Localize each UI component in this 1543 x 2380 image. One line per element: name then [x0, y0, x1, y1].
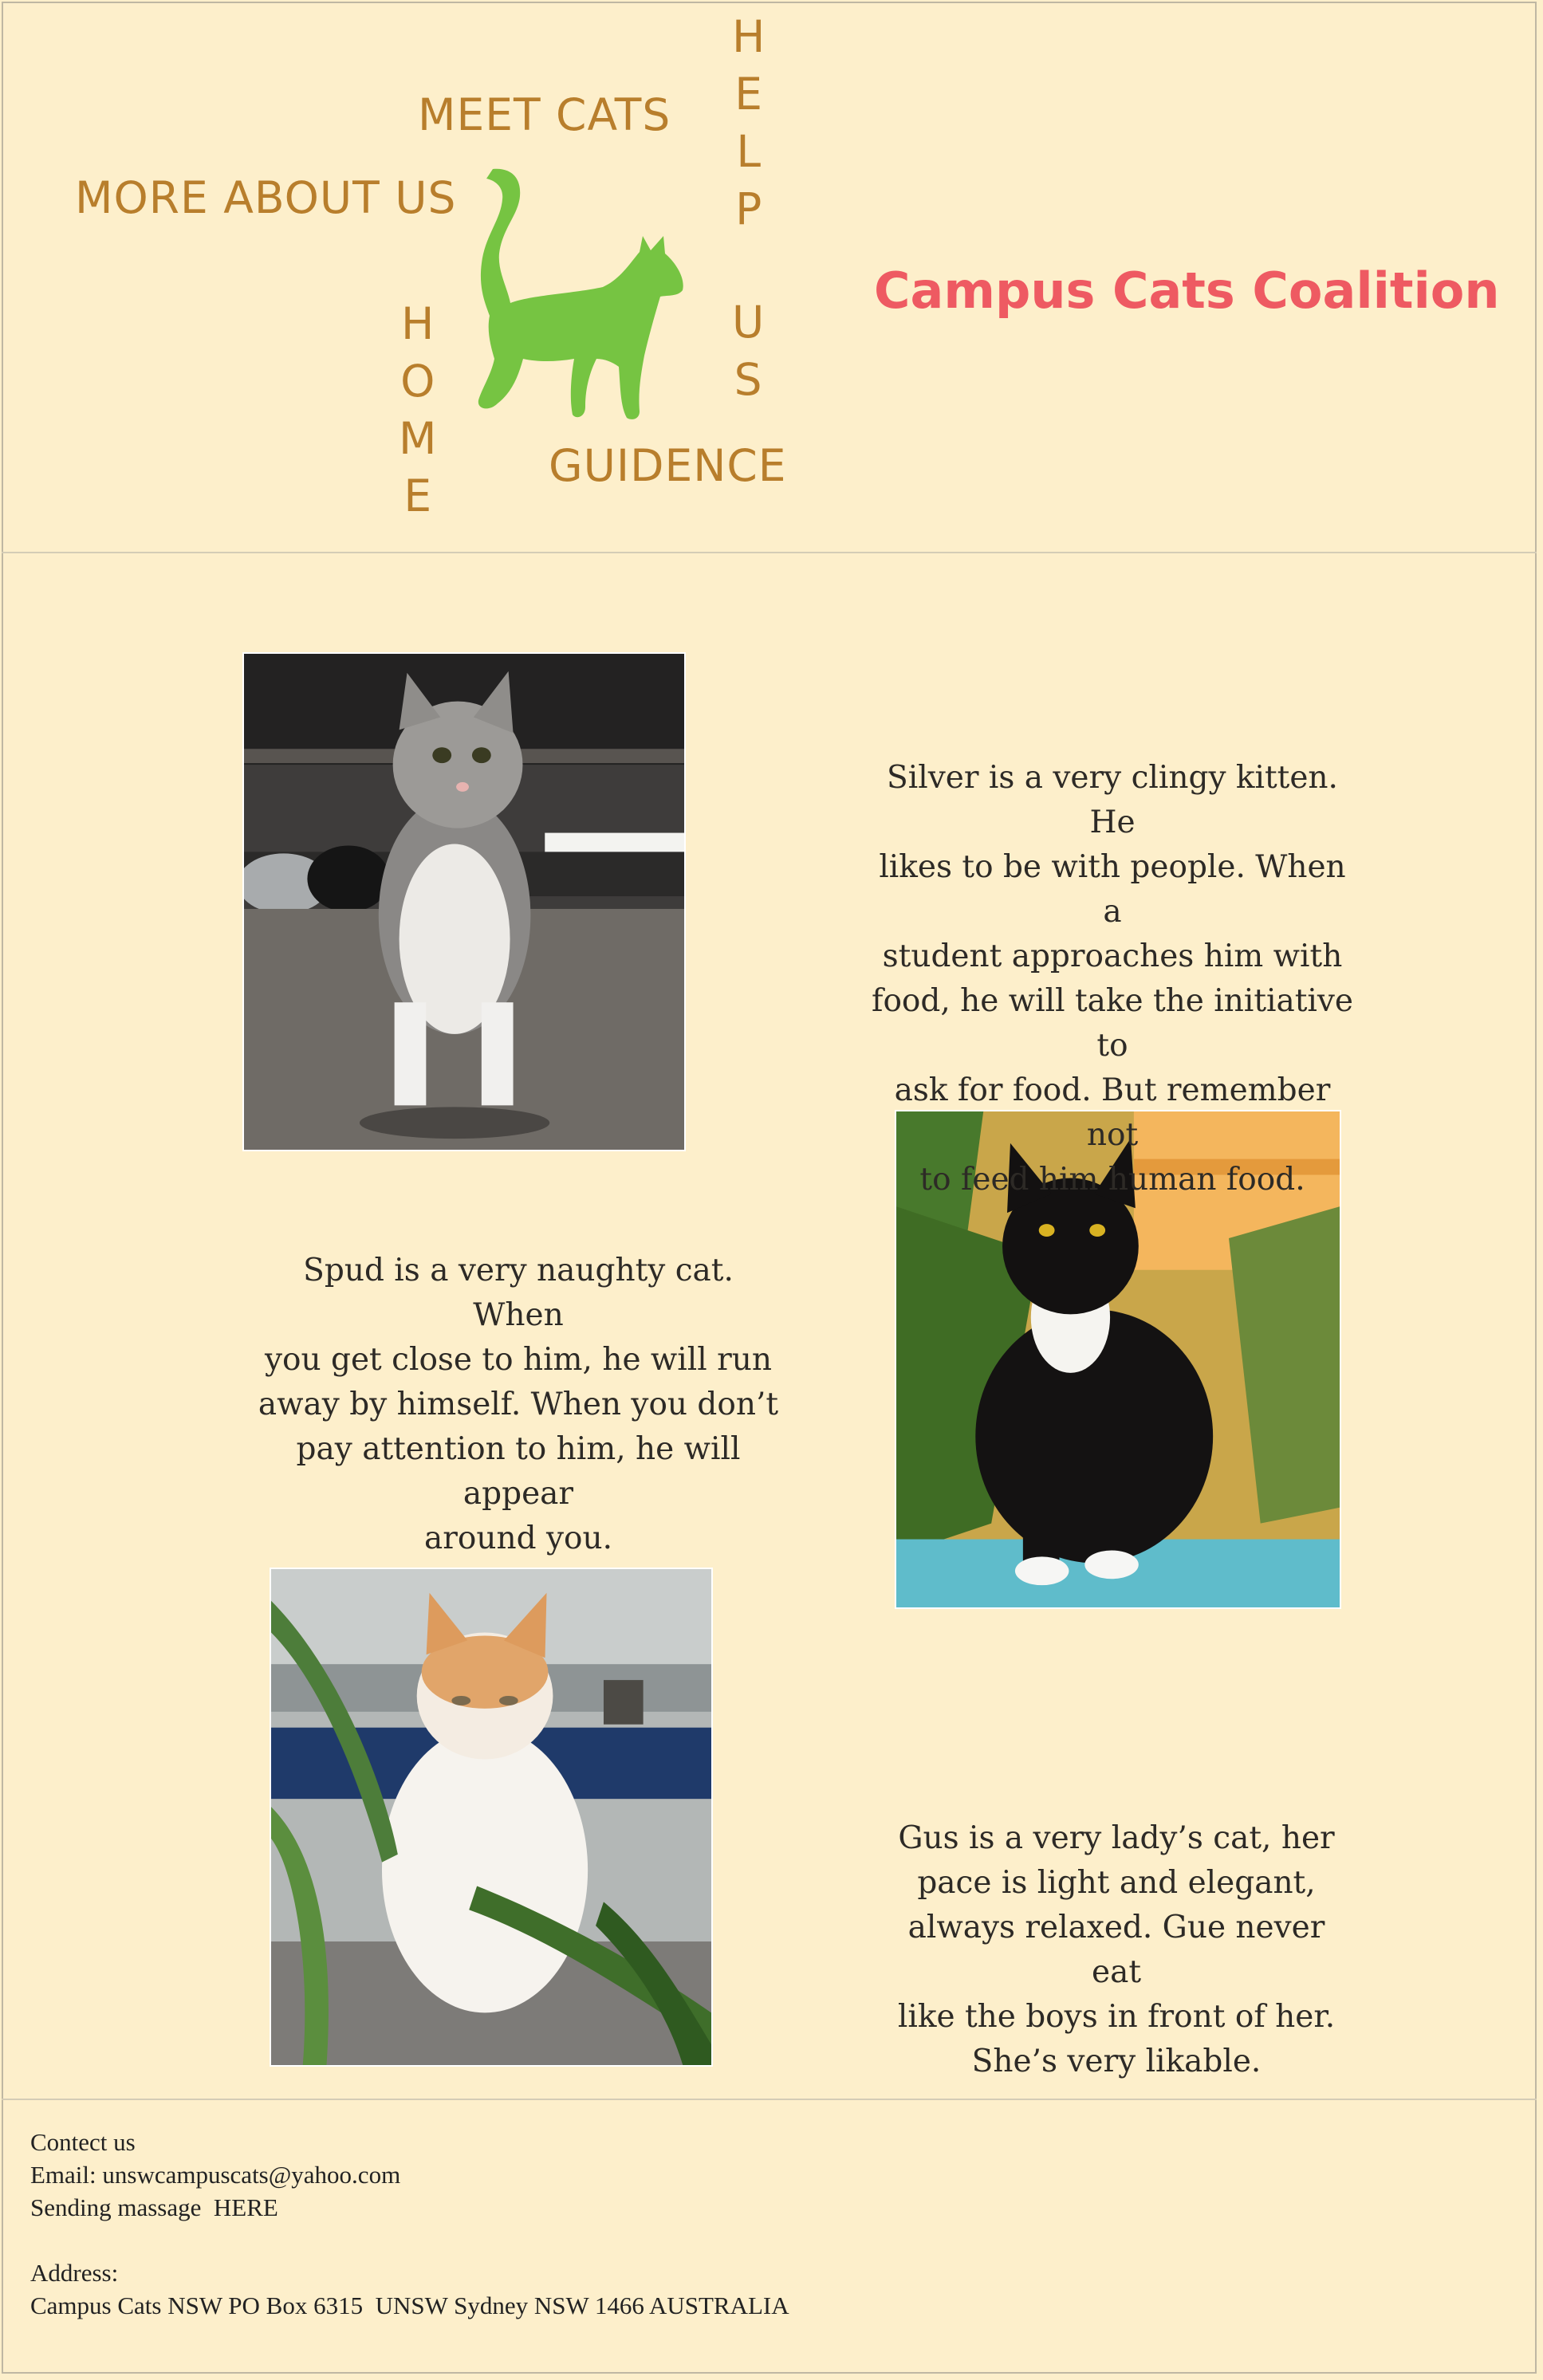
nav-meet-cats[interactable]: MEET CATS: [418, 89, 671, 140]
message-here-link[interactable]: HERE: [214, 2193, 278, 2221]
message-line: Sending massage HERE: [30, 2191, 789, 2224]
gus-photo: [270, 1568, 713, 2067]
nav-us-letter: S: [734, 354, 763, 405]
silver-photo: [242, 652, 686, 1151]
footer-spacer: [30, 2224, 789, 2256]
nav-help-letter: E: [734, 69, 764, 120]
nav-help-letter: L: [736, 126, 762, 177]
footer-divider: [2, 2099, 1537, 2100]
address-text: Campus Cats NSW PO Box 6315 UNSW Sydney …: [30, 2291, 789, 2319]
address-heading: Address:: [30, 2259, 119, 2287]
cat-silhouette-icon[interactable]: [455, 167, 702, 423]
gus-description: Gus is a very lady’s cat, her pace is li…: [897, 1820, 1336, 2079]
email-link[interactable]: unswcampuscats@yahoo.com: [102, 2161, 400, 2189]
nav-home-letter: H: [401, 298, 435, 349]
nav-us[interactable]: U S: [732, 293, 765, 408]
email-line: Email: unswcampuscats@yahoo.com: [30, 2158, 789, 2191]
nav-more-about-us[interactable]: MORE ABOUT US: [75, 172, 456, 223]
nav-home-letter: M: [399, 413, 438, 464]
footer: Contect us Email: unswcampuscats@yahoo.c…: [30, 2126, 789, 2322]
contact-heading: Contect us: [30, 2128, 136, 2156]
silver-description: Silver is a very clingy kitten. He likes…: [872, 760, 1353, 1198]
header-divider: [2, 552, 1537, 553]
message-label: Sending massage: [30, 2193, 202, 2221]
nav-guidence[interactable]: GUIDENCE: [549, 440, 787, 491]
nav-home[interactable]: H O M E: [399, 295, 437, 525]
email-label: Email:: [30, 2161, 96, 2189]
nav-help[interactable]: H E L P: [732, 8, 766, 238]
nav-home-letter: E: [403, 470, 433, 521]
nav-help-letter: H: [732, 11, 766, 62]
nav-help-letter: P: [735, 183, 763, 234]
spud-description: Spud is a very naughty cat. When you get…: [258, 1253, 779, 1556]
brand-title: Campus Cats Coalition: [874, 262, 1500, 320]
nav-us-letter: U: [732, 297, 766, 348]
nav-home-letter: O: [400, 356, 436, 407]
